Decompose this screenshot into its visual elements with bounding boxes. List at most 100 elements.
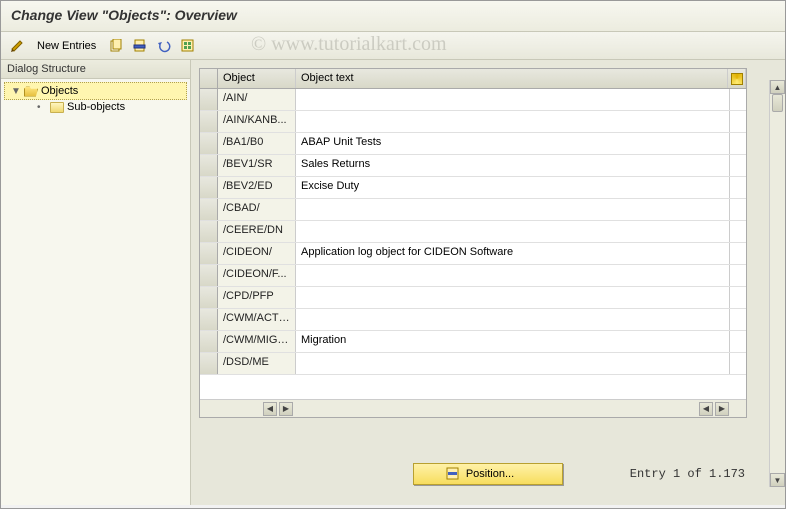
table-row: /CWM/ACTI...: [200, 309, 746, 331]
table-config-icon: [731, 73, 743, 85]
cell-object-text[interactable]: [296, 89, 730, 110]
table-row: /DSD/ME: [200, 353, 746, 375]
row-selector[interactable]: [200, 243, 218, 264]
tree-item-sub-objects[interactable]: • Sub-objects: [1, 99, 190, 115]
position-button-label: Position...: [466, 468, 514, 480]
cell-pad: [730, 111, 746, 132]
cell-pad: [730, 331, 746, 352]
delete-icon[interactable]: [130, 36, 150, 56]
cell-object-text[interactable]: [296, 199, 730, 220]
hscroll-left-icon[interactable]: ◀: [263, 402, 277, 416]
table-row: /CIDEON/F...: [200, 265, 746, 287]
table-body: /AIN//AIN/KANB.../BA1/B0ABAP Unit Tests/…: [200, 89, 746, 399]
column-header-object-text[interactable]: Object text: [296, 69, 728, 88]
cell-object-text[interactable]: Sales Returns: [296, 155, 730, 176]
position-button[interactable]: Position...: [413, 463, 563, 485]
cell-object[interactable]: /AIN/KANB...: [218, 111, 296, 132]
table-row: /CWM/MIGR...Migration: [200, 331, 746, 353]
main-panel: Object Object text /AIN//AIN/KANB.../BA1…: [191, 60, 785, 505]
cell-pad: [730, 265, 746, 286]
cell-object[interactable]: /CIDEON/F...: [218, 265, 296, 286]
hscroll-right-icon[interactable]: ▶: [279, 402, 293, 416]
row-selector[interactable]: [200, 111, 218, 132]
scroll-thumb[interactable]: [772, 94, 783, 112]
cell-object-text[interactable]: [296, 353, 730, 374]
cell-pad: [730, 221, 746, 242]
hscroll-right-icon[interactable]: ▶: [715, 402, 729, 416]
row-selector[interactable]: [200, 287, 218, 308]
column-header-object[interactable]: Object: [218, 69, 296, 88]
table-row: /CPD/PFP: [200, 287, 746, 309]
select-all-icon[interactable]: [178, 36, 198, 56]
cell-object[interactable]: /CBAD/: [218, 199, 296, 220]
cell-pad: [730, 309, 746, 330]
row-selector[interactable]: [200, 265, 218, 286]
cell-pad: [730, 287, 746, 308]
cell-object-text[interactable]: ABAP Unit Tests: [296, 133, 730, 154]
cell-pad: [730, 353, 746, 374]
row-selector[interactable]: [200, 309, 218, 330]
row-selector[interactable]: [200, 89, 218, 110]
new-entries-button[interactable]: New Entries: [31, 40, 102, 52]
content-area: Dialog Structure ▼ Objects • Sub-objects…: [1, 60, 785, 505]
table-row: /BEV1/SRSales Returns: [200, 155, 746, 177]
hscroll-left-icon[interactable]: ◀: [699, 402, 713, 416]
folder-closed-icon: [50, 102, 64, 113]
row-selector[interactable]: [200, 155, 218, 176]
table-settings-button[interactable]: [728, 69, 746, 88]
table-row: /CIDEON/Application log object for CIDEO…: [200, 243, 746, 265]
row-selector[interactable]: [200, 221, 218, 242]
cell-object-text[interactable]: Excise Duty: [296, 177, 730, 198]
table-row: /AIN/: [200, 89, 746, 111]
cell-object-text[interactable]: Application log object for CIDEON Softwa…: [296, 243, 730, 264]
cell-pad: [730, 155, 746, 176]
cell-object-text[interactable]: [296, 309, 730, 330]
cell-object[interactable]: /CPD/PFP: [218, 287, 296, 308]
page-title: Change View "Objects": Overview: [1, 1, 785, 32]
cell-object[interactable]: /BEV2/ED: [218, 177, 296, 198]
cell-object[interactable]: /CWM/ACTI...: [218, 309, 296, 330]
tree-body: ▼ Objects • Sub-objects: [1, 79, 190, 505]
objects-table: Object Object text /AIN//AIN/KANB.../BA1…: [199, 68, 747, 418]
undo-change-icon[interactable]: [154, 36, 174, 56]
cell-object-text[interactable]: [296, 221, 730, 242]
select-all-header[interactable]: [200, 69, 218, 88]
cell-object-text[interactable]: [296, 111, 730, 132]
cell-object[interactable]: /AIN/: [218, 89, 296, 110]
row-selector[interactable]: [200, 133, 218, 154]
cell-object[interactable]: /CIDEON/: [218, 243, 296, 264]
row-selector[interactable]: [200, 177, 218, 198]
row-selector[interactable]: [200, 331, 218, 352]
cell-object-text[interactable]: Migration: [296, 331, 730, 352]
toolbar: New Entries: [1, 32, 785, 60]
table-header-row: Object Object text: [200, 69, 746, 89]
row-selector[interactable]: [200, 353, 218, 374]
cell-object[interactable]: /CEERE/DN: [218, 221, 296, 242]
cell-object[interactable]: /BEV1/SR: [218, 155, 296, 176]
cell-object-text[interactable]: [296, 287, 730, 308]
tree-item-label: Objects: [41, 85, 78, 97]
collapse-icon[interactable]: ▼: [11, 86, 21, 97]
folder-open-icon: [24, 86, 38, 97]
copy-as-icon[interactable]: [106, 36, 126, 56]
bullet-icon: •: [37, 102, 47, 113]
cell-pad: [730, 199, 746, 220]
row-selector[interactable]: [200, 199, 218, 220]
dialog-structure-panel: Dialog Structure ▼ Objects • Sub-objects: [1, 60, 191, 505]
cell-object[interactable]: /BA1/B0: [218, 133, 296, 154]
toggle-display-change-icon[interactable]: [7, 36, 27, 56]
position-icon: [446, 467, 460, 481]
tree-item-objects[interactable]: ▼ Objects: [4, 82, 187, 100]
table-row: /CEERE/DN: [200, 221, 746, 243]
cell-object-text[interactable]: [296, 265, 730, 286]
table-row: /AIN/KANB...: [200, 111, 746, 133]
table-row: /BA1/B0ABAP Unit Tests: [200, 133, 746, 155]
vertical-scrollbar[interactable]: ▲ ▼: [769, 80, 785, 487]
cell-pad: [730, 89, 746, 110]
cell-object[interactable]: /DSD/ME: [218, 353, 296, 374]
tree-item-label: Sub-objects: [67, 101, 125, 113]
cell-pad: [730, 243, 746, 264]
scroll-up-icon[interactable]: ▲: [770, 80, 785, 94]
cell-object[interactable]: /CWM/MIGR...: [218, 331, 296, 352]
table-row: /CBAD/: [200, 199, 746, 221]
